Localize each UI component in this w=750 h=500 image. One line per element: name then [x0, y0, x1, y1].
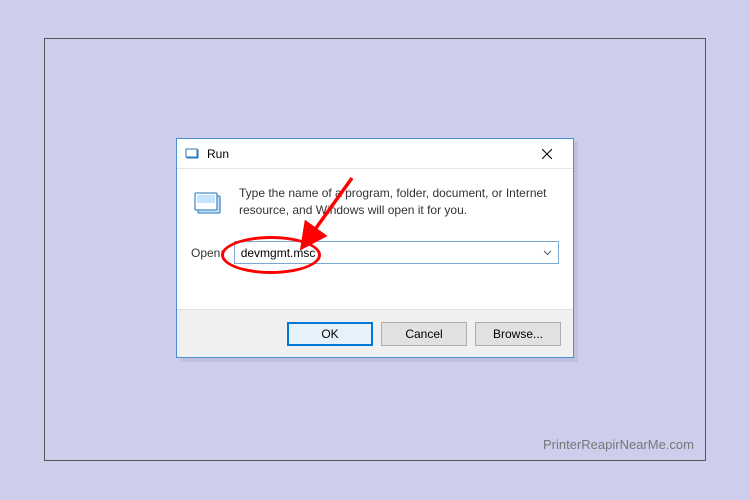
dialog-body: Type the name of a program, folder, docu…: [177, 169, 573, 309]
button-bar: OK Cancel Browse...: [177, 309, 573, 357]
close-button[interactable]: [527, 141, 567, 167]
description-text: Type the name of a program, folder, docu…: [239, 185, 559, 223]
browse-button[interactable]: Browse...: [475, 322, 561, 346]
ok-button[interactable]: OK: [287, 322, 373, 346]
open-label: Open:: [191, 246, 224, 260]
open-combobox: [234, 241, 559, 264]
dialog-title: Run: [207, 147, 527, 161]
open-input[interactable]: [234, 241, 559, 264]
combobox-dropdown-button[interactable]: [538, 241, 556, 264]
watermark-text: PrinterReapirNearMe.com: [543, 437, 694, 452]
close-icon: [542, 149, 552, 159]
description-row: Type the name of a program, folder, docu…: [191, 185, 559, 223]
run-dialog: Run Type the name of a program, folder, …: [176, 138, 574, 358]
run-logo-icon: [191, 187, 227, 223]
open-row: Open:: [191, 241, 559, 264]
cancel-button[interactable]: Cancel: [381, 322, 467, 346]
titlebar: Run: [177, 139, 573, 169]
run-app-icon: [185, 146, 201, 162]
chevron-down-icon: [543, 250, 552, 256]
